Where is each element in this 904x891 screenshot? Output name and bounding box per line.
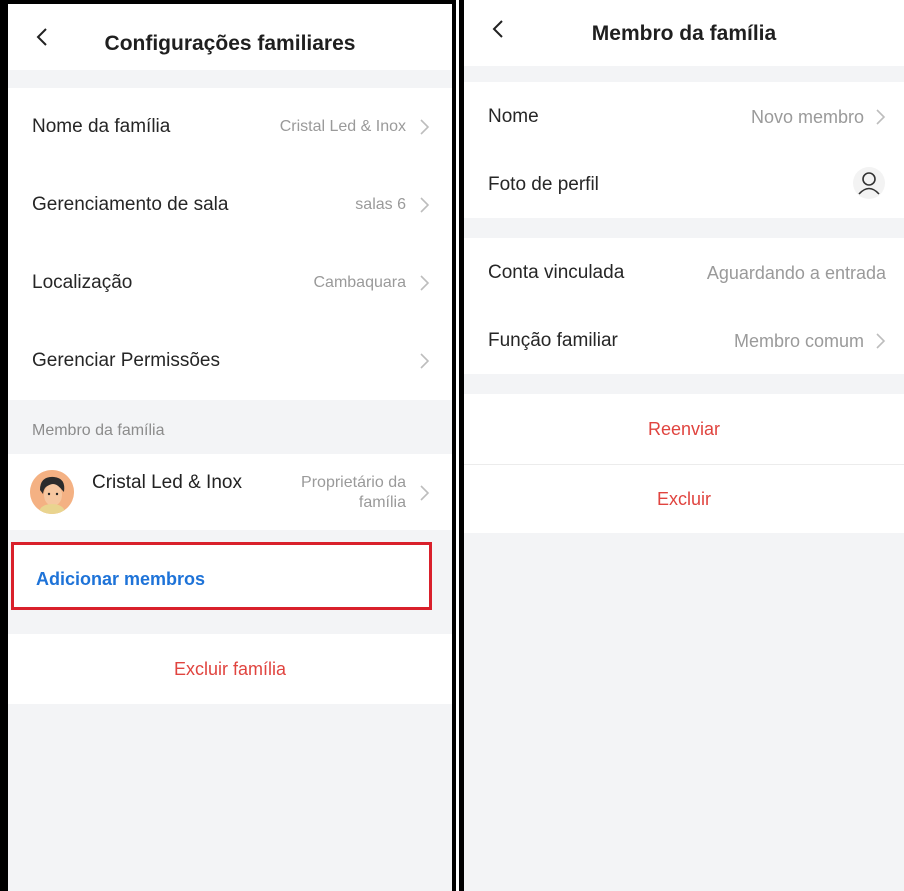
page-title: Membro da família — [591, 22, 777, 45]
row-label: Conta vinculada — [488, 262, 625, 283]
row-label: Nome da família — [32, 116, 171, 137]
row-label: Gerenciar Permissões — [32, 350, 220, 371]
row-manage-permissions[interactable]: Gerenciar Permissões — [8, 322, 452, 400]
row-label: Localização — [32, 272, 133, 293]
user-icon[interactable] — [852, 166, 886, 200]
row-value: Novo membro — [750, 106, 864, 127]
row-value: Cambaquara — [313, 274, 407, 291]
chevron-right-icon — [420, 197, 430, 213]
row-room-management[interactable]: Gerenciamento de sala salas 6 — [8, 166, 452, 244]
family-settings-screen: Configurações familiares Nome da família… — [0, 0, 456, 891]
add-members-button[interactable]: Adicionar membros — [36, 569, 205, 590]
chevron-right-icon — [420, 485, 430, 501]
row-label: Gerenciamento de sala — [32, 194, 229, 215]
avatar-illustration-icon — [30, 470, 74, 514]
row-linked-account: Conta vinculada Aguardando a entrada — [464, 238, 904, 308]
family-member-screen: Membro da família Nome Novo membro Foto … — [459, 0, 904, 891]
row-value: Membro comum — [733, 330, 864, 351]
row-family-name[interactable]: Nome da família Cristal Led & Inox — [8, 88, 452, 166]
page-title: Configurações familiares — [104, 32, 356, 55]
row-value: Aguardando a entrada — [706, 262, 886, 283]
row-label: Nome — [488, 106, 539, 127]
member-role-line2: família — [358, 494, 406, 511]
delete-member-button[interactable]: Excluir — [464, 465, 904, 533]
top-bar: Configurações familiares — [8, 4, 452, 70]
row-profile-photo[interactable]: Foto de perfil — [464, 152, 904, 218]
chevron-right-icon — [876, 333, 886, 349]
add-members-highlight: Adicionar membros — [11, 542, 432, 610]
delete-family-button[interactable]: Excluir família — [8, 634, 452, 704]
section-label-members: Membro da família — [32, 422, 165, 439]
row-location[interactable]: Localização Cambaquara — [8, 244, 452, 322]
chevron-right-icon — [876, 109, 886, 125]
row-value: salas 6 — [355, 196, 406, 213]
avatar — [30, 470, 74, 514]
row-label: Função familiar — [488, 330, 618, 351]
top-bar: Membro da família — [464, 0, 904, 66]
member-row[interactable]: Cristal Led & Inox Proprietário da famíl… — [8, 454, 452, 530]
row-family-role[interactable]: Função familiar Membro comum — [464, 308, 904, 374]
member-name: Cristal Led & Inox — [92, 472, 242, 493]
resend-button[interactable]: Reenviar — [464, 394, 904, 464]
chevron-right-icon — [420, 119, 430, 135]
chevron-right-icon — [420, 275, 430, 291]
row-name[interactable]: Nome Novo membro — [464, 82, 904, 152]
row-value: Cristal Led & Inox — [279, 118, 406, 135]
member-role-line1: Proprietário da — [301, 474, 406, 491]
row-label: Foto de perfil — [488, 174, 599, 195]
chevron-right-icon — [420, 353, 430, 369]
